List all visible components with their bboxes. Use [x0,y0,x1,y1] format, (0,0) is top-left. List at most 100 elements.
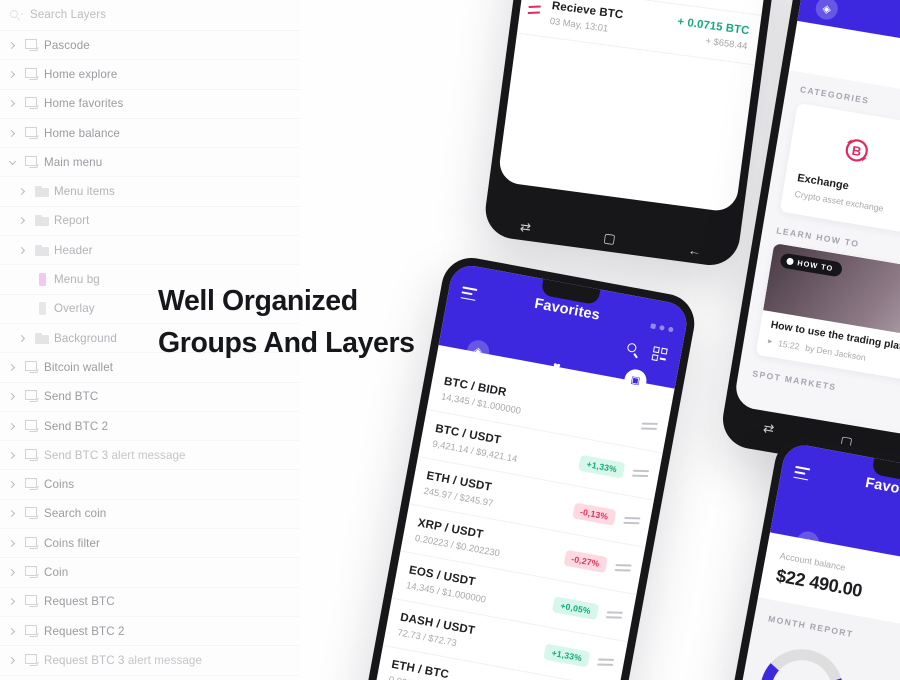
hamburger-icon[interactable] [793,465,811,484]
chevron-right-icon[interactable] [4,31,20,59]
chevron-right-icon[interactable] [4,529,20,557]
qr-scan-icon[interactable] [651,346,668,363]
heart-icon[interactable]: ♥ [873,544,899,570]
search-input[interactable] [30,9,230,21]
chevron-right-icon[interactable] [4,646,20,674]
folder-icon [30,236,54,264]
layer-label: Home favorites [44,97,124,111]
transaction-list[interactable]: Send BTC11 July, 17:05- 0.043010 BTC- $3… [516,0,795,66]
layer-label: Home explore [44,67,118,81]
transaction-row[interactable]: Recieve BTC 03 May, 13:01 + 0.0715 BTC + $6… [516,0,762,66]
layer-row[interactable]: Send BTC [0,383,300,412]
folder-icon [30,177,54,205]
recent-apps-icon[interactable]: ⇄ [519,219,532,236]
chevron-right-icon[interactable] [4,588,20,616]
chevron-right-icon[interactable] [4,470,20,498]
layer-row[interactable]: Coins [0,470,300,500]
layer-row[interactable]: Request BTC [0,588,300,617]
chevron-right-icon[interactable] [4,90,20,118]
layer-row[interactable]: Report [0,207,300,237]
android-navbar[interactable]: ⇄ ▢ ← [482,209,739,269]
layer-label: Home balance [44,126,120,140]
chevron-right-icon[interactable] [4,441,20,469]
layer-row[interactable]: Request BTC 2 [0,617,300,647]
layer-row[interactable]: Coins filter [0,529,300,559]
headline-line-1: Well Organized [158,285,358,317]
artboard-icon [20,441,44,469]
chevron-right-icon[interactable] [4,558,20,586]
svg-text:B: B [851,143,863,159]
chevron-down-icon[interactable] [4,148,20,176]
spot-markets-label: SPOT MARKETS [751,368,838,393]
artboard-icon [20,353,44,381]
bitcoin-exchange-icon: B [800,119,900,182]
layer-label: Send BTC [44,390,99,404]
chevron-right-icon[interactable] [4,353,20,381]
chevron-right-icon[interactable] [4,60,20,88]
chevron-right-icon[interactable] [4,119,20,147]
layer-row[interactable]: Send BTC 2 [0,412,300,442]
layer-row[interactable]: Home balance [0,119,300,149]
sparkline-icon [597,656,615,669]
rectangle-icon [30,295,54,323]
chevron-right-icon[interactable] [14,324,30,352]
layer-row[interactable]: Coin [0,558,300,588]
chevron-right-icon[interactable] [14,177,30,205]
transfer-arrows-icon [527,3,544,18]
artboard-icon [20,148,44,176]
layer-label: Send BTC 2 [44,419,109,433]
artboard-icon [20,500,44,528]
layer-row[interactable]: Header [0,236,300,266]
sparkline-icon [632,467,650,480]
chevron-right-icon[interactable] [4,617,20,645]
compass-icon[interactable]: ◈ [814,0,840,22]
video-card[interactable]: HOW TO ▶ How to use the trading platfo ▸… [755,243,900,390]
canvas-root: Send BTC11 July, 17:05- 0.043010 BTC- $3… [0,0,900,680]
layer-row[interactable]: BTC Address [0,676,300,680]
layer-row[interactable]: Search coin [0,500,300,530]
hamburger-icon[interactable] [460,286,478,304]
chevron-right-icon[interactable] [14,207,30,235]
artboard-icon [20,646,44,674]
layer-label: Header [54,243,93,257]
chevron-right-icon[interactable] [4,500,20,528]
artboard-icon [20,588,44,616]
chevron-right-icon[interactable] [4,383,20,411]
recent-apps-icon[interactable]: ⇄ [762,420,775,438]
change-badge: +1,33% [578,454,626,479]
wallet-icon[interactable]: ▣ [622,367,649,394]
sparkline-icon [606,609,624,622]
balance-screen: Favorites ◈ ♥ ▣ Account balance $22 490.… [713,441,900,680]
layer-label: Coins [44,478,75,492]
layer-row[interactable]: Home favorites [0,90,300,119]
search-layers-row[interactable] [0,0,300,31]
artboard-icon [20,617,44,645]
artboard-icon [20,60,44,88]
change-badge: +0,05% [552,595,600,620]
chevron-right-icon[interactable] [14,236,30,264]
layer-row[interactable]: Pascode [0,31,300,61]
compass-icon[interactable]: ◈ [795,529,821,556]
sparkline-icon [614,561,632,574]
layer-row[interactable]: Request BTC 3 alert message [0,646,300,676]
phone-mockup-balance: Favorites ◈ ♥ ▣ Account balance $22 490.… [703,432,900,680]
layer-label: Main menu [44,155,103,169]
layer-row[interactable]: Main menu [0,148,300,178]
chevron-right-icon[interactable] [14,295,30,323]
home-icon[interactable]: ▢ [602,230,617,247]
change-badge: +1,33% [543,643,591,667]
chevron-right-icon[interactable] [4,676,20,680]
layer-row[interactable]: Home explore [0,60,300,90]
layer-label: Coin [44,565,69,579]
category-card-exchange[interactable]: B Exchange Crypto asset exchange [779,103,900,234]
layer-row[interactable]: Menu items [0,177,300,207]
layer-row[interactable]: Send BTC 3 alert message [0,441,300,471]
heart-icon[interactable]: ♥ [544,353,570,379]
compass-icon[interactable]: ◈ [465,338,491,365]
folder-icon [30,207,54,235]
search-icon[interactable] [626,341,641,358]
back-icon[interactable]: ← [687,242,702,259]
chevron-right-icon[interactable] [4,412,20,440]
chevron-right-icon[interactable] [14,265,30,293]
video-duration: 15:22 [777,337,801,352]
